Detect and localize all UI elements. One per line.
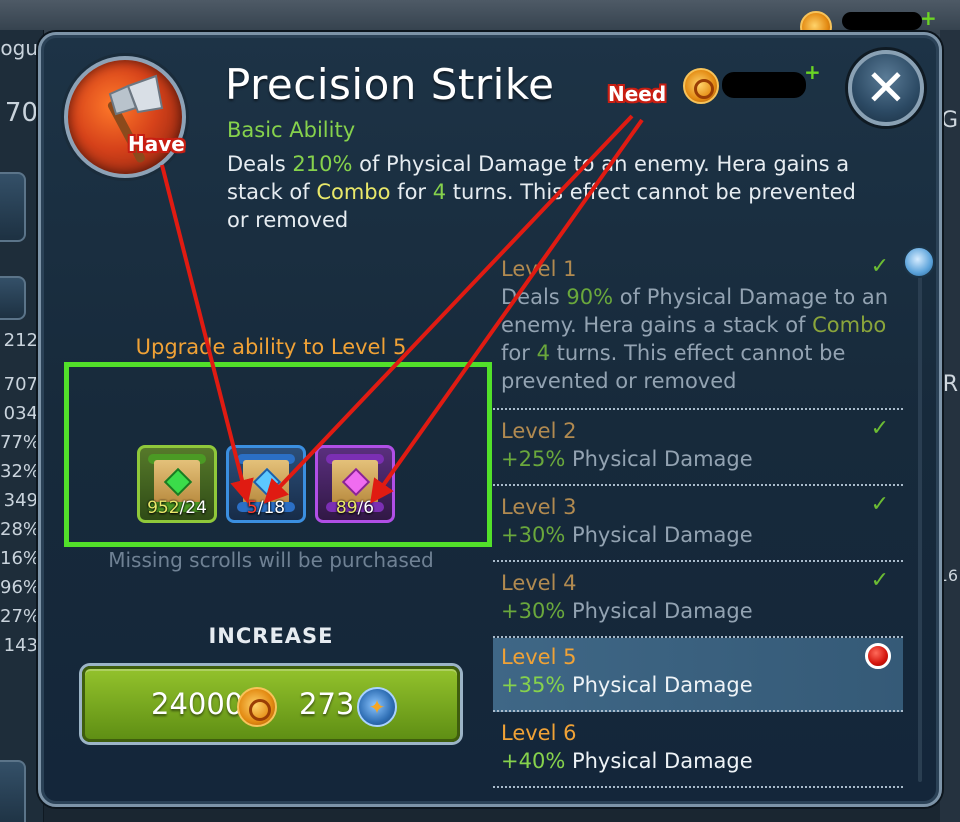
skill-point-cost: 273 [299, 687, 355, 721]
bg-left-bottom-tile [0, 760, 26, 822]
scroll-count: 5/18 [246, 498, 286, 518]
level-row-4: Level 4 +30% Physical Damage ✓ [493, 564, 903, 638]
bg-left-value: 32% [0, 461, 41, 482]
level-description: +25% Physical Damage [501, 447, 753, 471]
level-description: +30% Physical Damage [501, 523, 753, 547]
completed-check-icon: ✓ [870, 492, 889, 517]
bg-left-value: 96% [0, 577, 41, 598]
bg-left-value: 212 [3, 330, 38, 351]
level-description: +40% Physical Damage [501, 749, 753, 773]
increase-button[interactable]: 24000 273 ✦ [82, 666, 460, 742]
gold-coin-icon [237, 687, 277, 727]
ability-icon [64, 56, 186, 178]
bg-left-value: 143 [3, 635, 38, 656]
redacted-need-amount [722, 72, 806, 98]
redacted-gold-amount [842, 12, 922, 30]
level-row-6: Level 6 +40% Physical Damage [493, 714, 903, 788]
level-description: +35% Physical Damage [501, 673, 753, 697]
level-title: Level 1 [501, 257, 577, 281]
level-list[interactable]: Level 1 Deals 90% of Physical Damage to … [493, 250, 903, 810]
level-row-3: Level 3 +30% Physical Damage ✓ [493, 488, 903, 562]
skill-token-icon: ✦ [357, 687, 397, 727]
completed-check-icon: ✓ [870, 254, 889, 279]
add-gold-plus-icon[interactable]: + [920, 6, 937, 30]
need-annotation: Need [608, 82, 667, 106]
bg-left-value: 70 [4, 98, 38, 128]
scroll-count: 89/6 [335, 498, 375, 518]
bg-left-value: 77% [0, 432, 41, 453]
current-level-indicator-icon [865, 643, 891, 669]
need-gold-coin-icon [683, 68, 719, 104]
background-right-panel [940, 30, 960, 822]
bg-right-letter: R [942, 372, 958, 397]
bg-left-value: 16% [0, 548, 41, 569]
have-annotation: Have [128, 132, 185, 156]
ability-type: Basic Ability [227, 118, 356, 142]
increase-label: INCREASE [208, 624, 334, 648]
blue-scroll[interactable]: 5/18 [226, 445, 306, 523]
bg-left-value: 27% [0, 606, 41, 627]
bg-left-value: 034 [3, 403, 38, 424]
bg-left-value: 349 [3, 490, 38, 511]
gold-cost: 24000 [151, 687, 244, 721]
bg-left-tile [0, 172, 26, 242]
ability-description: Deals 210% of Physical Damage to an enem… [227, 152, 856, 232]
missing-scrolls-note: Missing scrolls will be purchased [108, 548, 434, 572]
level-row-2: Level 2 +25% Physical Damage ✓ [493, 412, 903, 486]
bg-left-value: 28% [0, 519, 41, 540]
close-button[interactable]: ✕ [848, 50, 924, 126]
level-title: Level 2 [501, 419, 577, 443]
completed-check-icon: ✓ [870, 416, 889, 441]
bg-left-label: ogu [0, 36, 38, 60]
level-title: Level 6 [501, 721, 577, 745]
level-row-1: Level 1 Deals 90% of Physical Damage to … [493, 250, 903, 410]
level-description: +30% Physical Damage [501, 599, 753, 623]
level-title: Level 3 [501, 495, 577, 519]
bg-right-letter: G [940, 108, 958, 133]
need-plus-icon: + [804, 60, 821, 84]
level-list-scrollbar[interactable] [918, 262, 922, 782]
level-description: Deals 90% of Physical Damage to an enemy… [501, 285, 889, 393]
green-scroll[interactable]: 952/24 [137, 445, 217, 523]
completed-check-icon: ✓ [870, 568, 889, 593]
ability-title: Precision Strike [225, 60, 555, 109]
upgrade-title: Upgrade ability to Level 5 [135, 335, 407, 359]
bg-left-stats-tile [0, 276, 26, 320]
scrollbar-thumb[interactable] [903, 246, 935, 278]
level-title: Level 4 [501, 571, 577, 595]
level-row-5: Level 5 +35% Physical Damage [493, 638, 903, 712]
level-title: Level 5 [501, 645, 577, 669]
scroll-count: 952/24 [147, 498, 207, 518]
purple-scroll[interactable]: 89/6 [315, 445, 395, 523]
bg-left-value: 707 [3, 374, 38, 395]
